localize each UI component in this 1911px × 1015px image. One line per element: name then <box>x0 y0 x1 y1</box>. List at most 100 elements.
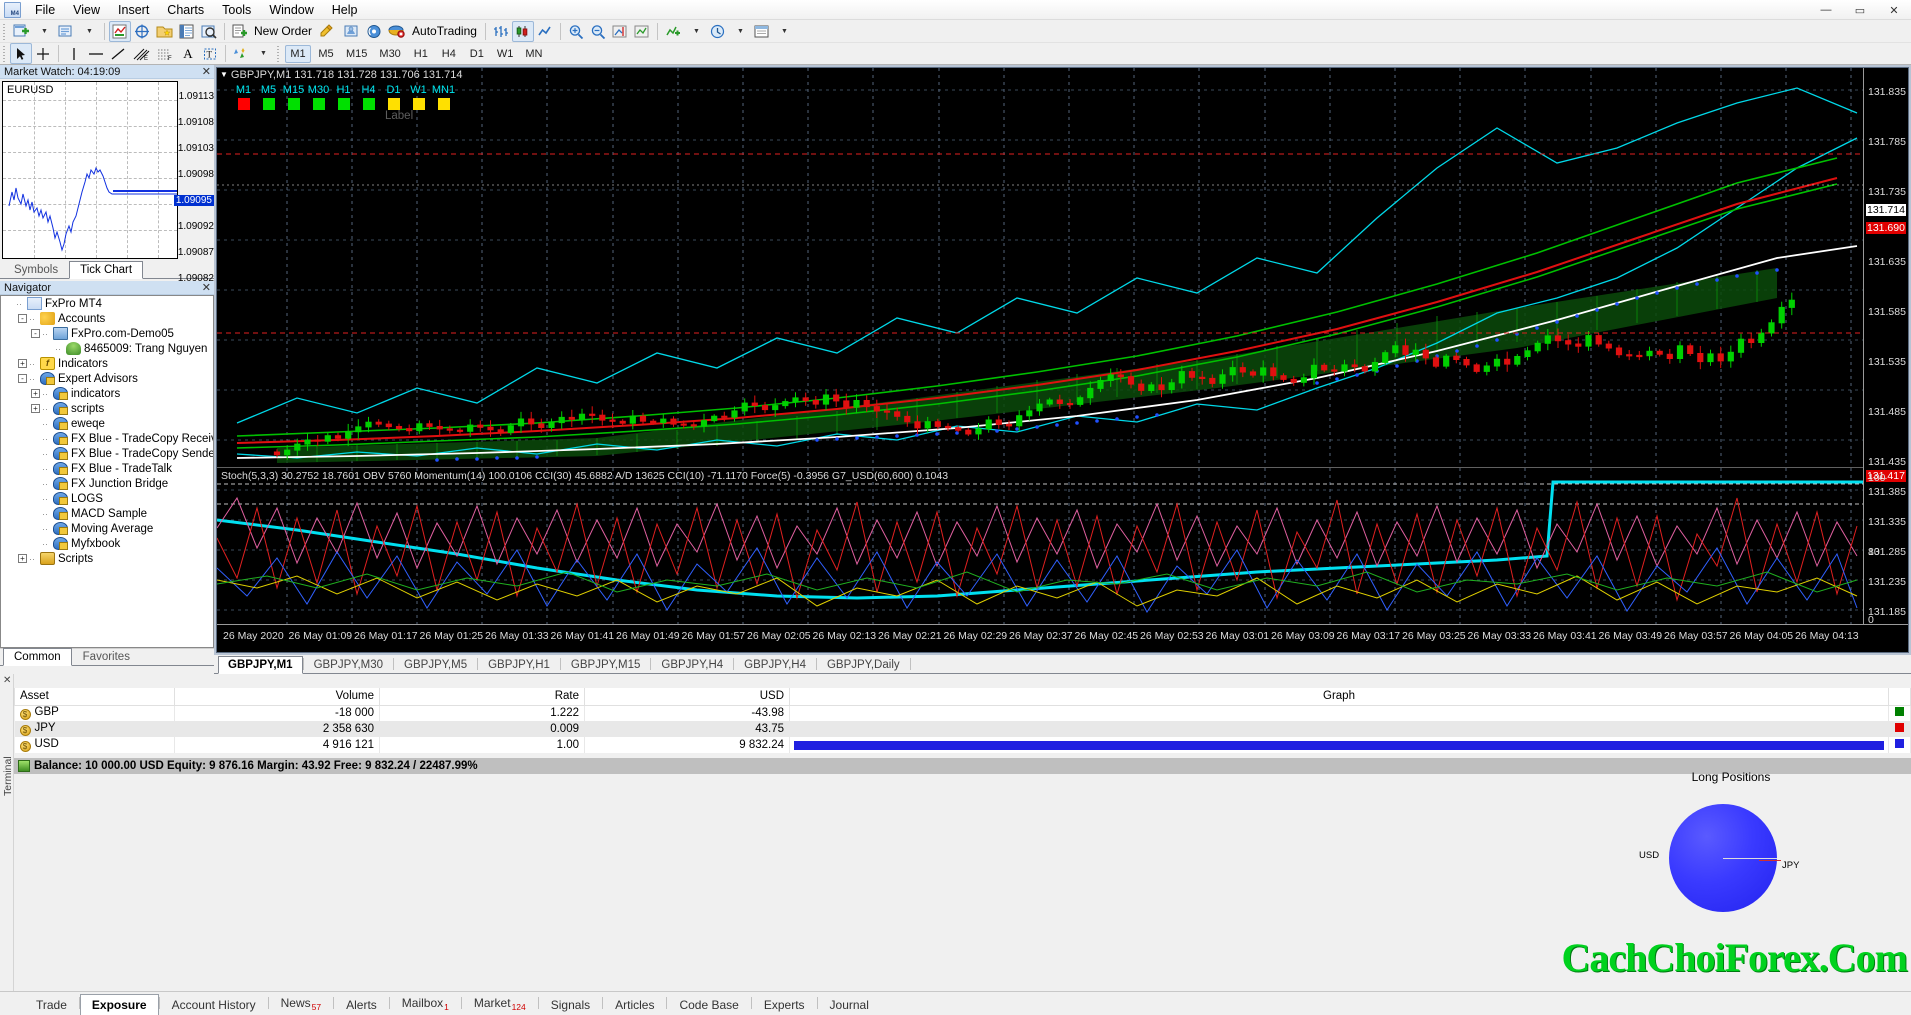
column-usd[interactable]: USD <box>584 688 790 706</box>
close-button[interactable]: ✕ <box>1877 0 1911 20</box>
market-watch-button[interactable] <box>109 20 131 42</box>
chart-tab-2[interactable]: GBPJPY,M5 <box>394 656 477 673</box>
tick-chart[interactable]: EURUSD <box>2 81 178 259</box>
terminal-tab-mailbox[interactable]: Mailbox1 <box>390 992 461 1015</box>
crosshair-button[interactable] <box>32 43 54 64</box>
nav-item-8465009-trang-nguyen[interactable]: ·· 8465009: Trang Nguyen <box>1 341 213 356</box>
nav-item-logs[interactable]: ·· LOGS <box>1 491 213 506</box>
nav-item-scripts[interactable]: + ·· Scripts <box>1 551 213 566</box>
equidistant-channel-button[interactable]: E <box>129 43 153 64</box>
collapse-icon[interactable]: - <box>31 329 40 338</box>
timeframe-w1[interactable]: W1 <box>492 45 519 63</box>
nav-item-expert-advisors[interactable]: - ·· Expert Advisors <box>1 371 213 386</box>
column-graph[interactable]: Graph <box>789 688 1889 706</box>
toolbar-grip-3[interactable] <box>275 44 282 63</box>
collapse-icon[interactable]: - <box>18 374 27 383</box>
chart-shift-button[interactable] <box>609 21 631 42</box>
timeframe-m1[interactable]: M1 <box>285 44 311 63</box>
periods-dropdown[interactable]: ▼ <box>729 21 751 42</box>
nav-item-macd-sample[interactable]: ·· MACD Sample <box>1 506 213 521</box>
timeframe-mn[interactable]: MN <box>520 45 547 63</box>
bar-chart-button[interactable] <box>490 21 512 42</box>
exposure-row[interactable]: $ JPY 2 358 630 0.009 43.75 <box>14 721 1911 737</box>
horizontal-line-button[interactable] <box>85 43 107 64</box>
nav-item-indicators[interactable]: + ·· f Indicators <box>1 356 213 371</box>
autotrading-button[interactable] <box>385 21 409 42</box>
terminal-tab-market[interactable]: Market124 <box>462 992 538 1015</box>
exposure-row[interactable]: $ GBP -18 000 1.222 -43.98 <box>14 705 1911 721</box>
minimize-button[interactable]: — <box>1809 0 1843 20</box>
tab-symbols[interactable]: Symbols <box>3 261 69 278</box>
menu-window[interactable]: Window <box>260 1 322 19</box>
timeframe-h4[interactable]: H4 <box>436 45 462 63</box>
tab-favorites[interactable]: Favorites <box>72 648 141 665</box>
timeframe-m5[interactable]: M5 <box>313 45 339 63</box>
shapes-dropdown[interactable]: ▼ <box>252 43 274 64</box>
new-order-button[interactable] <box>229 21 251 42</box>
indicators-dropdown[interactable]: ▼ <box>685 21 707 42</box>
nav-item-moving-average[interactable]: ·· Moving Average <box>1 521 213 536</box>
new-order-label[interactable]: New Order <box>251 24 316 38</box>
line-chart-button[interactable] <box>534 21 556 42</box>
timeframe-d1[interactable]: D1 <box>464 45 490 63</box>
terminal-tab-account-history[interactable]: Account History <box>160 994 268 1015</box>
text-button[interactable]: A <box>177 43 199 64</box>
column-asset[interactable]: Asset <box>14 688 175 706</box>
templates-dropdown[interactable]: ▼ <box>773 21 795 42</box>
candlestick-chart-button[interactable] <box>511 20 534 42</box>
menu-insert[interactable]: Insert <box>109 1 158 19</box>
profiles-dropdown[interactable]: ▼ <box>78 21 100 42</box>
collapse-icon[interactable]: - <box>18 314 27 323</box>
chart-tab-1[interactable]: GBPJPY,M30 <box>304 656 393 673</box>
terminal-tab-articles[interactable]: Articles <box>603 994 666 1015</box>
autotrading-label[interactable]: AutoTrading <box>409 24 481 38</box>
nav-item-scripts[interactable]: + ·· scripts <box>1 401 213 416</box>
chart-body[interactable]: Stoch(5,3,3) 30.2752 18.7601 OBV 5760 Mo… <box>217 68 1865 626</box>
nav-item-eweqe[interactable]: ·· eweqe <box>1 416 213 431</box>
expand-icon[interactable]: + <box>31 404 40 413</box>
timeframe-h1[interactable]: H1 <box>408 45 434 63</box>
nav-item-fx-junction-bridge[interactable]: ·· FX Junction Bridge <box>1 476 213 491</box>
terminal-button[interactable] <box>176 21 198 42</box>
zoom-out-button[interactable] <box>587 21 609 42</box>
toolbar-grip-2[interactable] <box>1 44 8 63</box>
vertical-line-button[interactable] <box>63 43 85 64</box>
chart-window[interactable]: ▼ GBPJPY,M1 131.718 131.728 131.706 131.… <box>216 67 1909 653</box>
nav-item-fxpro-mt4[interactable]: ·· FxPro MT4 <box>1 296 213 311</box>
signals-button[interactable] <box>363 21 385 42</box>
maximize-button[interactable]: ▭ <box>1843 0 1877 20</box>
exposure-row[interactable]: $ USD 4 916 121 1.00 9 832.24 <box>14 737 1911 753</box>
menu-view[interactable]: View <box>64 1 109 19</box>
templates-button[interactable] <box>751 21 773 42</box>
terminal-tab-signals[interactable]: Signals <box>539 994 602 1015</box>
zoom-in-button[interactable] <box>565 21 587 42</box>
terminal-tab-code-base[interactable]: Code Base <box>667 994 750 1015</box>
terminal-tab-exposure[interactable]: Exposure <box>79 994 159 1015</box>
nav-item-indicators[interactable]: + ·· indicators <box>1 386 213 401</box>
nav-item-fx-blue-tradecopy-sender[interactable]: ·· FX Blue - TradeCopy Sender <box>1 446 213 461</box>
periods-button[interactable] <box>707 21 729 42</box>
terminal-tab-news[interactable]: News57 <box>269 992 333 1015</box>
cursor-button[interactable] <box>10 43 32 64</box>
navigator-button[interactable] <box>153 21 176 42</box>
fibonacci-button[interactable]: F <box>153 43 177 64</box>
trendline-button[interactable] <box>107 43 129 64</box>
toolbar-grip[interactable] <box>1 21 8 41</box>
nav-item-accounts[interactable]: - ·· Accounts <box>1 311 213 326</box>
chart-tab-3[interactable]: GBPJPY,H1 <box>478 656 560 673</box>
navigator-close-icon[interactable]: ✕ <box>202 281 211 294</box>
time-scale[interactable]: 26 May 2020 26 May 01:09 26 May 01:17 26 Ma… <box>217 624 1908 652</box>
auto-scroll-button[interactable] <box>631 21 653 42</box>
exposure-table[interactable]: Asset Volume Rate USD Graph $ GBP -18 000 1… <box>14 688 1911 753</box>
timeframe-m15[interactable]: M15 <box>341 45 372 63</box>
nav-item-fxpro-com-demo05[interactable]: - ·· FxPro.com-Demo05 <box>1 326 213 341</box>
terminal-close-icon[interactable]: ✕ <box>3 675 11 686</box>
data-window-button[interactable] <box>131 21 153 42</box>
new-chart-button[interactable] <box>10 21 33 42</box>
experts-button[interactable] <box>340 21 363 42</box>
menu-file[interactable]: File <box>26 1 64 19</box>
expand-icon[interactable]: + <box>18 359 27 368</box>
navigator-tree[interactable]: ·· FxPro MT4- ·· Accounts - ·· FxPro.com-Demo0… <box>0 295 214 648</box>
timeframe-m30[interactable]: M30 <box>374 45 405 63</box>
metaeditor-button[interactable] <box>316 21 340 42</box>
